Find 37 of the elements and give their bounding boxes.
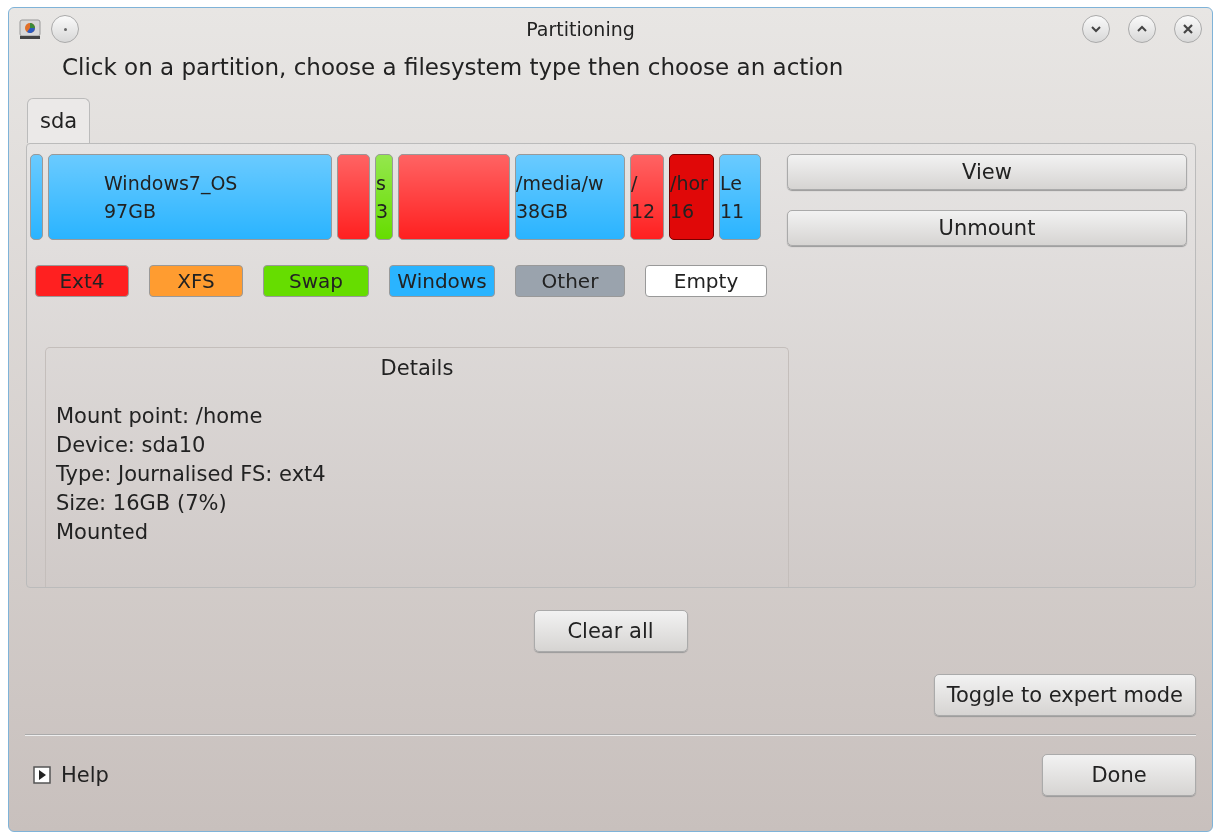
clear-all-button[interactable]: Clear all <box>533 610 688 652</box>
partition-block[interactable] <box>398 154 510 240</box>
legend-chip: Empty <box>645 265 767 297</box>
legend-chip: Swap <box>263 265 369 297</box>
partition-block[interactable]: /media/w 38GB <box>515 154 625 240</box>
partition-block[interactable]: Le 11 <box>719 154 761 240</box>
legend-chip: XFS <box>149 265 243 297</box>
partition-block[interactable]: s 3 <box>375 154 393 240</box>
help-button[interactable]: Help <box>33 763 109 787</box>
action-button[interactable]: View <box>787 154 1187 190</box>
done-button[interactable]: Done <box>1042 754 1196 796</box>
details-line: Type: Journalised FS: ext4 <box>56 461 327 488</box>
chevron-up-icon <box>1136 25 1148 33</box>
expand-icon <box>33 766 51 784</box>
action-button[interactable]: Unmount <box>787 210 1187 246</box>
details-line: Device: sda10 <box>56 432 207 459</box>
legend-chip: Windows <box>389 265 495 297</box>
details-line: Mount point: /home <box>56 403 264 430</box>
partition-block[interactable] <box>30 154 43 240</box>
expert-mode-button[interactable]: Toggle to expert mode <box>933 674 1196 716</box>
partition-block[interactable]: / 12 <box>630 154 664 240</box>
chevron-down-icon <box>1090 25 1102 33</box>
details-line: Mounted <box>56 519 150 546</box>
partition-block[interactable]: Windows7_OS 97GB <box>48 154 332 240</box>
maximize-button[interactable] <box>1128 15 1156 43</box>
close-icon <box>1182 23 1194 35</box>
details-line: Size: 16GB (7%) <box>56 490 228 517</box>
legend-chip: Other <box>515 265 625 297</box>
close-button[interactable] <box>1174 15 1202 43</box>
pin-button[interactable] <box>51 15 79 43</box>
minimize-button[interactable] <box>1082 15 1110 43</box>
details-title: Details <box>379 356 455 380</box>
partition-block[interactable] <box>337 154 370 240</box>
window-title: Partitioning <box>525 18 636 40</box>
instruction-text: Click on a partition, choose a filesystem type then choose an action <box>61 53 845 82</box>
disk-tab[interactable]: sda <box>27 98 91 143</box>
legend-chip: Ext4 <box>35 265 129 297</box>
